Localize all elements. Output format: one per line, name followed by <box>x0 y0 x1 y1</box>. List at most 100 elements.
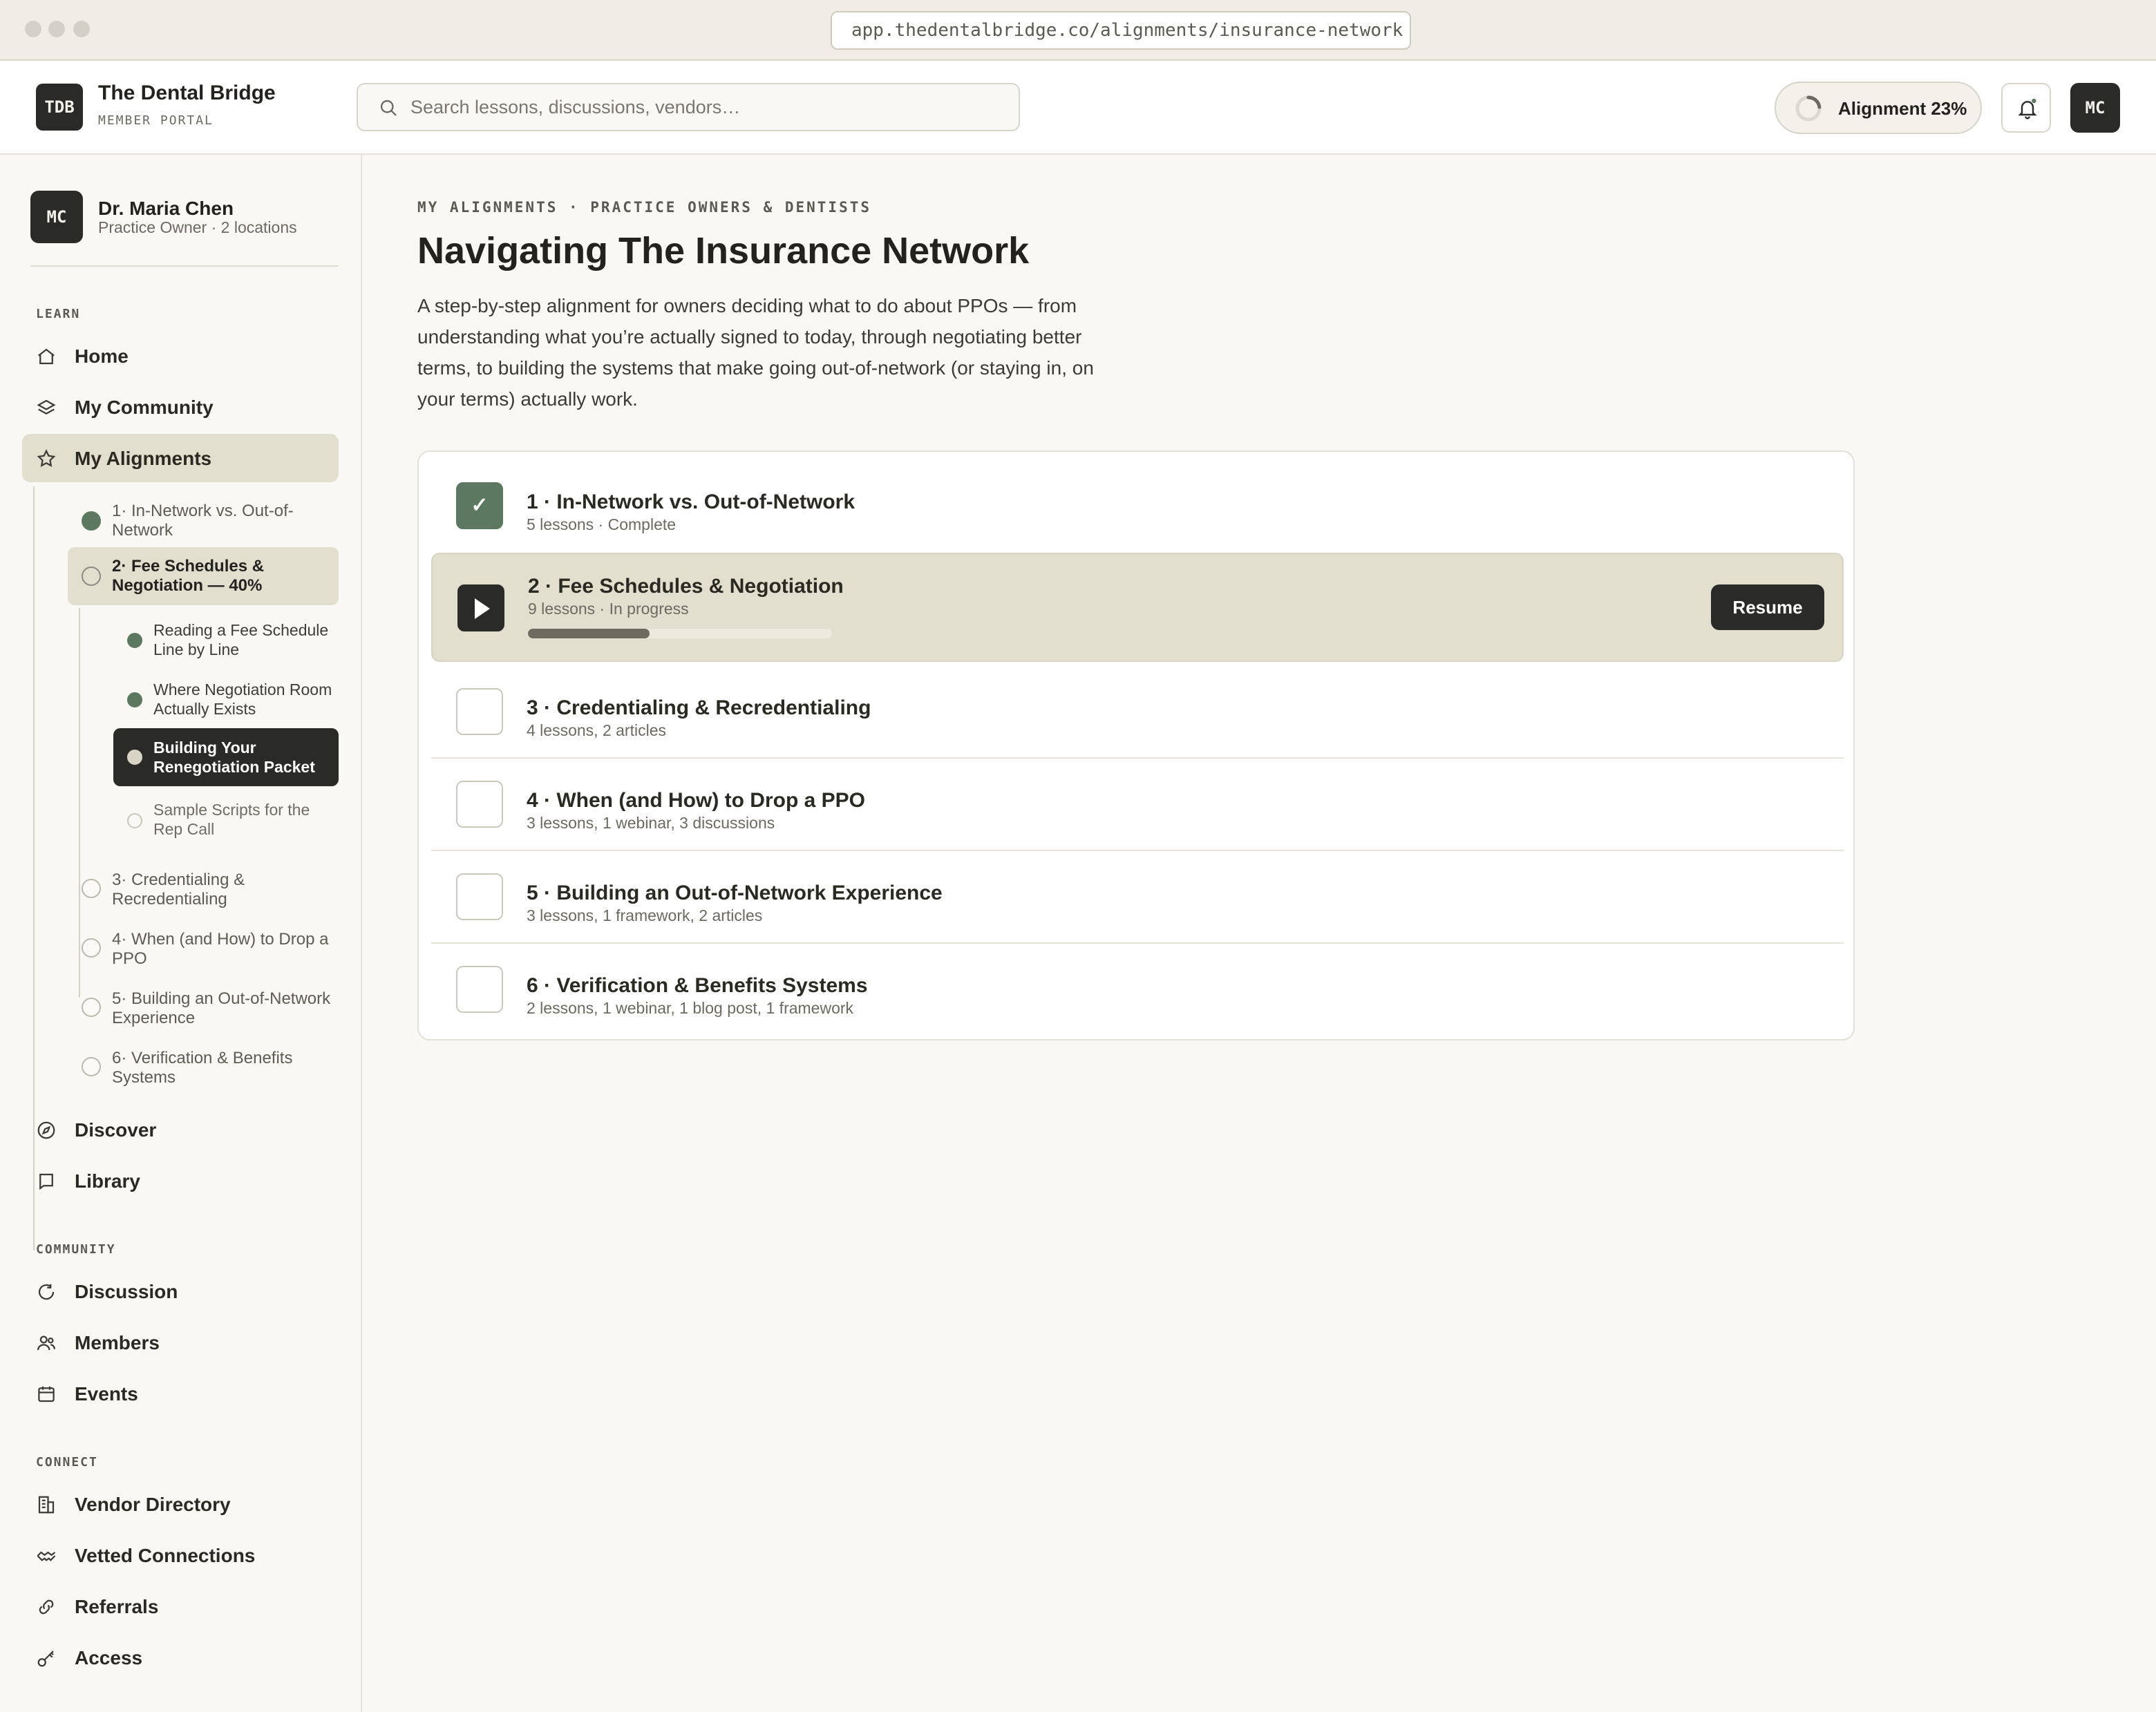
handshake-icon <box>37 1551 56 1561</box>
module-row-2[interactable]: 2 · Fee Schedules & Negotiation 9 lesson… <box>431 553 1844 662</box>
status-todo-icon <box>82 998 101 1017</box>
alignment-item-1[interactable]: 1· In-Network vs. Out-of-Network <box>68 496 339 546</box>
sidebar-item-my-alignments[interactable]: My Alignments <box>22 434 339 482</box>
layers-icon <box>37 399 56 415</box>
sidebar-item-label: Members <box>75 1332 160 1353</box>
sidebar-item-label: My Alignments <box>75 448 212 469</box>
checkbox-empty-icon <box>456 873 503 920</box>
sidebar-item-events[interactable]: Events <box>22 1369 339 1418</box>
checkbox-empty-icon <box>456 688 503 735</box>
users-icon <box>37 1335 55 1351</box>
alignment-item-4[interactable]: 4· When (and How) to Drop a PPO <box>68 924 339 976</box>
sidebar-item-label: My Community <box>75 397 214 418</box>
section-label-connect: CONNECT <box>36 1455 98 1470</box>
module-subtitle: 5 lessons · Complete <box>527 515 677 533</box>
alignment-label: Alignment 23% <box>1838 98 1967 119</box>
sidebar-item-referrals[interactable]: Referrals <box>22 1582 339 1630</box>
calendar-icon <box>38 1386 55 1402</box>
lesson-item-label: Sample Scripts for the Rep Call <box>153 801 310 838</box>
module-row-3[interactable]: 3 · Credentialing & Recredentialing 4 le… <box>431 665 1844 757</box>
divider <box>30 265 339 267</box>
window-close-dot[interactable] <box>25 21 41 37</box>
alignment-item-label: 2· Fee Schedules & Negotiation — 40% <box>112 557 265 595</box>
module-title: 4 · When (and How) to Drop a PPO <box>527 789 865 812</box>
module-subtitle: 4 lessons, 2 articles <box>527 721 666 739</box>
lesson-item-4[interactable]: Sample Scripts for the Rep Call <box>113 795 339 846</box>
module-title: 2 · Fee Schedules & Negotiation <box>528 575 844 598</box>
sidebar-item-library[interactable]: Library <box>22 1157 339 1205</box>
module-row-5[interactable]: 5 · Building an Out-of-Network Experienc… <box>431 850 1844 942</box>
key-icon <box>37 1651 54 1667</box>
sidebar-item-label: Home <box>75 345 129 367</box>
alignment-item-label: 6· Verification & Benefits Systems <box>112 1049 293 1087</box>
status-complete-icon <box>127 633 142 648</box>
page-description: A step-by-step alignment for owners deci… <box>417 295 1094 410</box>
brand-logo[interactable]: TDB <box>36 84 83 131</box>
module-progress-fill <box>528 629 650 638</box>
breadcrumb: MY ALIGNMENTS · PRACTICE OWNERS & DENTIS… <box>417 199 872 216</box>
module-subtitle: 3 lessons, 1 framework, 2 articles <box>527 906 763 924</box>
sidebar-item-vendor-directory[interactable]: Vendor Directory <box>22 1480 339 1528</box>
section-label-community: COMMUNITY <box>36 1242 116 1257</box>
sidebar-item-discover[interactable]: Discover <box>22 1105 339 1154</box>
lesson-item-label: Reading a Fee Schedule Line by Line <box>153 621 329 658</box>
lesson-item-2[interactable]: Where Negotiation Room Actually Exists <box>113 674 339 725</box>
refresh-icon <box>38 1284 55 1300</box>
sidebar-item-members[interactable]: Members <box>22 1318 339 1367</box>
sidebar-item-label: Referrals <box>75 1596 159 1617</box>
sidebar-item-label: Vetted Connections <box>75 1545 256 1566</box>
alignment-item-label: 1· In-Network vs. Out-of-Network <box>112 502 294 540</box>
sidebar-item-discussion[interactable]: Discussion <box>22 1267 339 1315</box>
status-todo-icon <box>82 1057 101 1076</box>
module-row-6[interactable]: 6 · Verification & Benefits Systems 2 le… <box>431 942 1844 1035</box>
user-avatar-button[interactable]: MC <box>2070 83 2120 133</box>
alignment-item-3[interactable]: 3· Credentialing & Recredentialing <box>68 865 339 916</box>
user-role: Practice Owner · 2 locations <box>98 218 297 236</box>
module-progress-bar <box>528 629 832 638</box>
window-minimize-dot[interactable] <box>48 21 65 37</box>
alignment-item-2[interactable]: 2· Fee Schedules & Negotiation — 40% <box>68 547 339 605</box>
search-input[interactable] <box>410 91 1005 123</box>
section-label-learn: LEARN <box>36 307 81 321</box>
module-subtitle: 2 lessons, 1 webinar, 1 blog post, 1 fra… <box>527 999 854 1017</box>
notifications-button[interactable] <box>2001 83 2051 133</box>
window-maximize-dot[interactable] <box>73 21 90 37</box>
sidebar-item-access[interactable]: Access <box>22 1633 339 1682</box>
sidebar-item-vetted-connections[interactable]: Vetted Connections <box>22 1531 339 1579</box>
alignment-item-5[interactable]: 5· Building an Out-of-Network Experience <box>68 984 339 1035</box>
module-title: 1 · In-Network vs. Out-of-Network <box>527 491 855 513</box>
checkbox-empty-icon <box>456 966 503 1013</box>
sidebar-item-home[interactable]: Home <box>22 332 339 380</box>
module-subtitle: 3 lessons, 1 webinar, 3 discussions <box>527 814 775 832</box>
alignment-item-label: 4· When (and How) to Drop a PPO <box>112 930 329 968</box>
avatar[interactable]: MC <box>30 191 83 243</box>
checkbox-empty-icon <box>456 781 503 828</box>
lesson-item-1[interactable]: Reading a Fee Schedule Line by Line <box>113 615 339 666</box>
sidebar-item-my-community[interactable]: My Community <box>22 383 339 431</box>
search-icon <box>380 99 397 116</box>
alignment-progress-pill[interactable]: Alignment 23% <box>1775 82 1982 134</box>
status-todo-icon <box>127 813 142 828</box>
status-todo-icon <box>82 938 101 958</box>
status-complete-icon <box>82 511 101 531</box>
progress-ring-icon <box>1795 95 1822 122</box>
building-icon <box>38 1496 55 1514</box>
lesson-item-3-current[interactable]: Building Your Renegotiation Packet <box>113 728 339 786</box>
bell-icon <box>2018 98 2037 120</box>
page-title: Navigating The Insurance Network <box>417 230 1030 272</box>
search-bar[interactable] <box>357 83 1020 131</box>
module-row-1[interactable]: ✓ 1 · In-Network vs. Out-of-Network 5 le… <box>431 459 1844 551</box>
status-complete-icon <box>127 692 142 707</box>
brand-name: The Dental Bridge <box>98 82 276 104</box>
lesson-item-label: Where Negotiation Room Actually Exists <box>153 681 332 718</box>
address-bar[interactable]: app.thedentalbridge.co/alignments/insura… <box>831 11 1411 50</box>
resume-button[interactable]: Resume <box>1711 584 1824 630</box>
brand-subtitle: MEMBER PORTAL <box>98 113 214 128</box>
app-header: TDB The Dental Bridge MEMBER PORTAL Alig… <box>0 61 2156 155</box>
check-icon: ✓ <box>456 482 503 529</box>
alignment-item-6[interactable]: 6· Verification & Benefits Systems <box>68 1043 339 1094</box>
sidebar-item-label: Discover <box>75 1119 157 1141</box>
status-in-progress-icon <box>82 567 101 586</box>
module-row-4[interactable]: 4 · When (and How) to Drop a PPO 3 lesso… <box>431 757 1844 850</box>
user-name: Dr. Maria Chen <box>98 198 234 219</box>
